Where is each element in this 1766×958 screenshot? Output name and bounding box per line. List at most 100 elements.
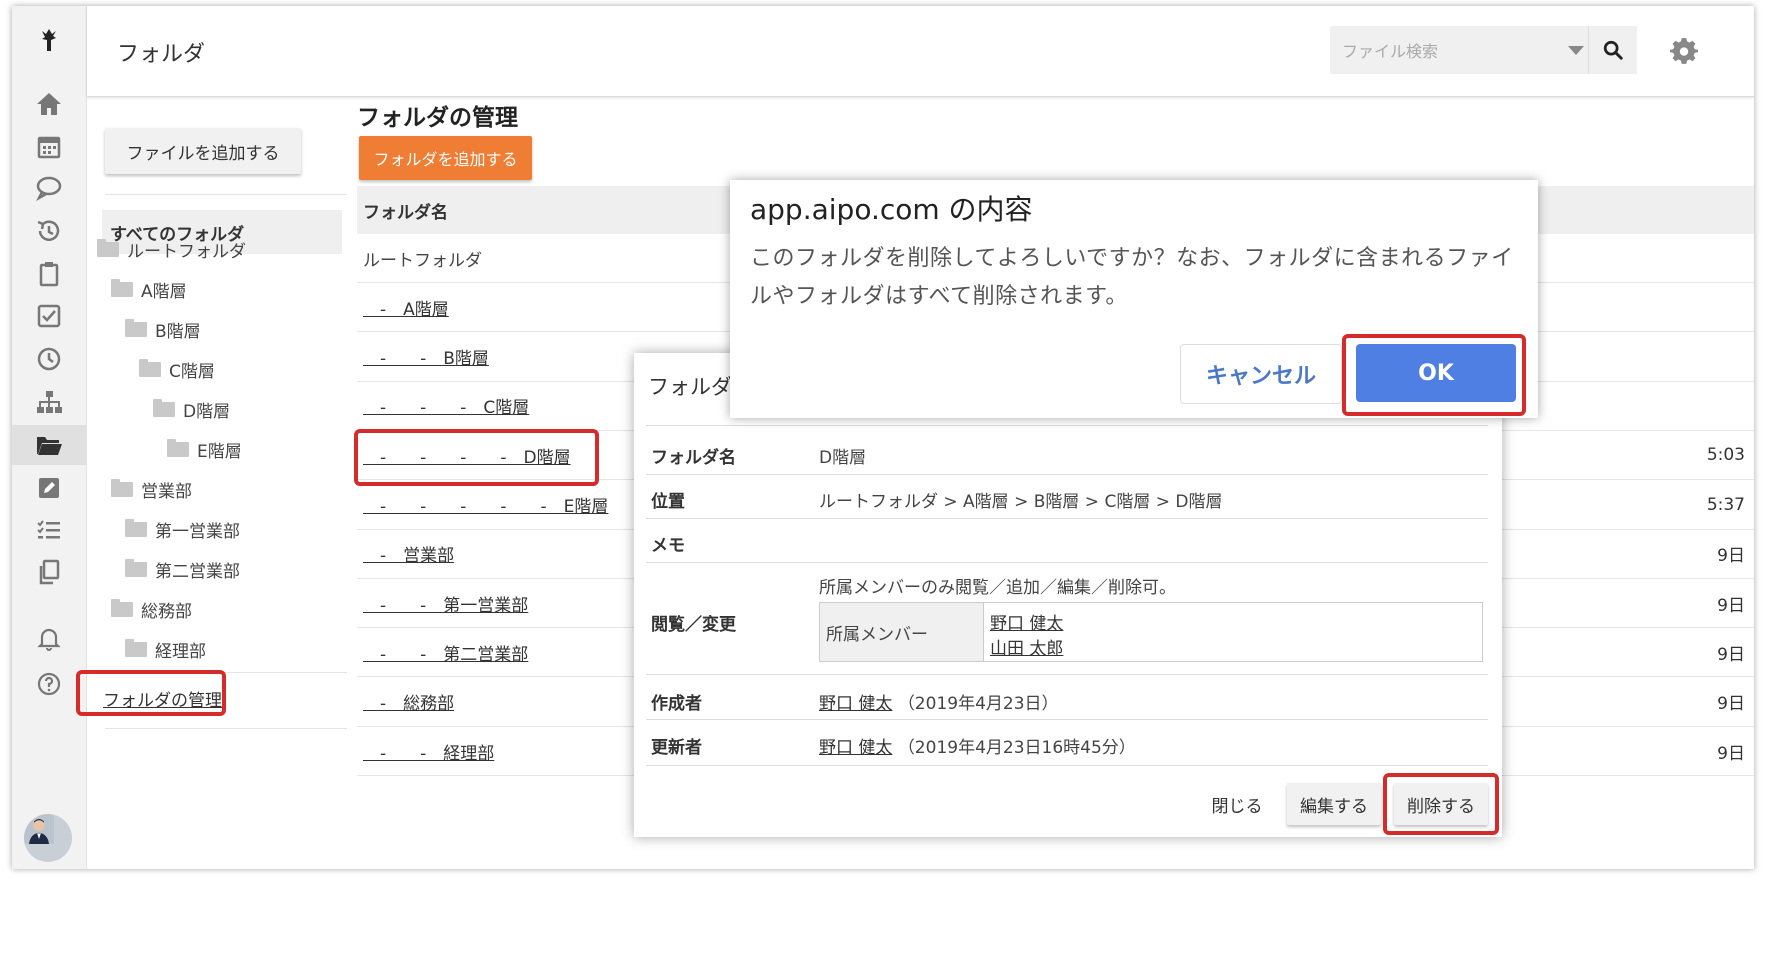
tree-folder-item[interactable]: 総務部	[111, 594, 192, 624]
close-button[interactable]: 閉じる	[1202, 783, 1272, 825]
divider	[105, 194, 347, 195]
updated-date: 9日	[1717, 644, 1745, 665]
value-folder-name: D階層	[819, 448, 867, 468]
tree-folder-item[interactable]: 第二営業部	[125, 554, 240, 584]
folder-icon	[111, 478, 133, 497]
clipboard-icon[interactable]	[29, 254, 69, 294]
tree-folder-item[interactable]: C階層	[139, 354, 215, 384]
page-title: フォルダ	[117, 42, 206, 67]
label-updater: 更新者	[651, 738, 702, 758]
label-location: 位置	[651, 492, 685, 512]
tree-folder-item[interactable]: 経理部	[125, 634, 206, 664]
tree-folder-label: ルートフォルダ	[127, 241, 246, 262]
highlight-box	[1383, 773, 1499, 835]
folder-detail-modal: フォルダ フォルダ名 D階層 位置 ルートフォルダ > A階層 > B階層 > …	[634, 353, 1502, 837]
add-folder-button[interactable]: フォルダを追加する	[359, 136, 532, 180]
icon-rail	[12, 6, 87, 869]
org-chart-icon[interactable]	[29, 382, 69, 422]
chat-icon[interactable]	[29, 168, 69, 208]
checkbox-icon[interactable]	[29, 296, 69, 336]
edit-button[interactable]: 編集する	[1287, 783, 1381, 825]
folder-name-link[interactable]: - - 経理部	[363, 739, 494, 764]
tree-folder-label: 第一営業部	[155, 521, 240, 542]
updater-link[interactable]: 野口 健太	[819, 738, 892, 758]
label-memo: メモ	[651, 536, 685, 556]
folder-name-link[interactable]: - - 第一営業部	[363, 591, 528, 616]
list-icon[interactable]	[29, 510, 69, 550]
tree-folder-item[interactable]: 第一営業部	[125, 514, 240, 544]
highlight-box	[354, 429, 599, 486]
folder-name-link: ルートフォルダ	[363, 250, 482, 271]
cancel-button[interactable]: キャンセル	[1180, 344, 1342, 404]
divider	[646, 518, 1488, 519]
settings-button[interactable]	[1667, 34, 1701, 68]
folder-name-link[interactable]: - - - - - E階層	[363, 492, 608, 517]
modal-title: フォルダ	[648, 375, 732, 399]
divider	[646, 562, 1488, 563]
tree-folder-label: 総務部	[141, 601, 192, 622]
creator-link[interactable]: 野口 健太	[819, 694, 892, 714]
tree-folder-item[interactable]: ルートフォルダ	[97, 234, 246, 264]
label-folder-name: フォルダ名	[651, 448, 736, 468]
updated-date: 9日	[1717, 743, 1745, 764]
file-search-box[interactable]	[1330, 26, 1630, 74]
chevron-down-icon[interactable]	[1568, 46, 1584, 55]
copy-icon[interactable]	[29, 552, 69, 592]
folder-icon	[125, 638, 147, 657]
edit-icon[interactable]	[29, 468, 69, 508]
file-search-input[interactable]	[1340, 36, 1574, 66]
folder-name-link[interactable]: - - B階層	[363, 344, 489, 369]
tree-folder-label: 第二営業部	[155, 561, 240, 582]
bell-icon[interactable]	[29, 618, 69, 658]
history-icon[interactable]	[29, 211, 69, 251]
clock-icon[interactable]	[29, 339, 69, 379]
highlight-box	[1342, 334, 1526, 416]
tree-folder-item[interactable]: D階層	[153, 394, 230, 424]
tree-folder-label: B階層	[155, 321, 201, 342]
label-access: 閲覧／変更	[651, 615, 736, 635]
folder-name-link[interactable]: - - 第二営業部	[363, 640, 528, 665]
member-link[interactable]: 山田 太郎	[990, 634, 1063, 659]
member-link[interactable]: 野口 健太	[990, 609, 1063, 634]
column-folder-name: フォルダ名	[363, 202, 448, 223]
logo-icon[interactable]	[29, 20, 69, 60]
divider	[646, 765, 1488, 766]
updater-value: 野口 健太 （2019年4月23日16時45分）	[819, 733, 1136, 758]
search-button[interactable]	[1588, 26, 1637, 74]
main-title: フォルダの管理	[357, 105, 518, 131]
updated-date: 9日	[1717, 595, 1745, 616]
folder-icon	[97, 238, 119, 257]
tree-folder-item[interactable]: 営業部	[111, 474, 192, 504]
tree-folder-item[interactable]: B階層	[125, 314, 201, 344]
updated-date: 5:03	[1706, 445, 1745, 466]
folder-icon	[139, 358, 161, 377]
members-label: 所属メンバー	[820, 603, 984, 661]
tree-folder-item[interactable]: E階層	[167, 434, 242, 464]
folder-icon	[125, 518, 147, 537]
divider	[646, 674, 1488, 675]
folder-name-link[interactable]: - - - C階層	[363, 393, 529, 418]
folder-name-link[interactable]: - 営業部	[363, 541, 454, 566]
calendar-icon[interactable]	[29, 126, 69, 166]
tree-folder-item[interactable]: A階層	[111, 274, 187, 304]
folder-icon	[153, 398, 175, 417]
app-window: フォルダ ファイルを追加する すべてのフォルダ ルートフォルダA階層B階層C階層…	[12, 6, 1754, 869]
folder-icon	[111, 598, 133, 617]
tree-folder-label: C階層	[169, 361, 215, 382]
folder-icon	[125, 318, 147, 337]
home-icon[interactable]	[29, 84, 69, 124]
folder-open-icon[interactable]	[12, 425, 86, 465]
dialog-title: app.aipo.com の内容	[750, 193, 1033, 226]
help-icon[interactable]	[29, 664, 69, 704]
updated-date: 5:37	[1706, 494, 1745, 515]
folder-name-link[interactable]: - 総務部	[363, 689, 454, 714]
folder-sidebar: ファイルを追加する すべてのフォルダ ルートフォルダ A階層 B階層 C階層 D階層 E階…	[87, 96, 347, 869]
divider	[646, 425, 1488, 426]
access-note: 所属メンバーのみ閲覧／追加／編集／削除可。	[819, 578, 1176, 598]
add-file-button[interactable]: ファイルを追加する	[105, 128, 301, 174]
gear-icon	[1670, 38, 1698, 64]
user-avatar[interactable]	[24, 814, 72, 862]
tree-folder-label: A階層	[141, 281, 187, 302]
folder-name-link[interactable]: - A階層	[363, 295, 449, 320]
search-icon	[1603, 40, 1623, 60]
